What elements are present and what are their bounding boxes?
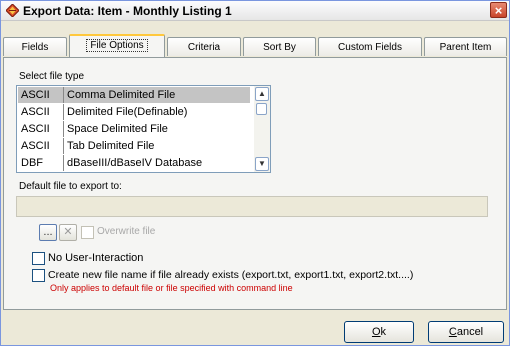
overwrite-checkbox[interactable] [81,226,94,239]
create-new-checkbox[interactable] [32,269,45,282]
window-title: Export Data: Item - Monthly Listing 1 [23,4,232,18]
default-file-note: Only applies to default file or file spe… [50,283,293,293]
clear-icon[interactable]: ✕ [59,224,77,241]
tab-fields[interactable]: Fields [3,37,67,56]
tab-sort-by[interactable]: Sort By [243,37,316,56]
list-scrollbar[interactable]: ▲ ▼ [254,86,270,172]
scroll-thumb[interactable] [256,103,267,115]
export-dialog: Export Data: Item - Monthly Listing 1 × … [0,0,510,346]
default-file-field[interactable] [16,196,488,217]
file-type-list[interactable]: ASCII Comma Delimited File ASCII Delimit… [16,85,271,173]
overwrite-label: Overwrite file [97,226,156,237]
title-bar: Export Data: Item - Monthly Listing 1 × [1,1,509,21]
scroll-down-icon[interactable]: ▼ [255,157,269,171]
tab-custom-fields[interactable]: Custom Fields [318,37,422,56]
tab-parent-item[interactable]: Parent Item [424,37,507,56]
close-button[interactable]: × [490,2,507,18]
list-item[interactable]: ASCII Delimited File(Definable) [18,104,250,120]
scroll-up-icon[interactable]: ▲ [255,87,269,101]
no-interaction-label: No User-Interaction [48,252,144,264]
list-item[interactable]: ASCII Space Delimited File [18,121,250,137]
list-item[interactable]: ASCII Comma Delimited File [18,87,250,103]
file-type-label: Select file type [19,71,85,82]
tab-criteria[interactable]: Criteria [167,37,241,56]
cancel-button[interactable]: Cancel [428,321,504,343]
ok-button[interactable]: Ok [344,321,414,343]
create-new-label: Create new file name if file already exi… [48,269,414,281]
list-item[interactable]: DBF dBaseIII/dBaseIV Database [18,155,250,171]
default-file-label: Default file to export to: [19,181,122,192]
export-diamond-icon [6,4,19,17]
no-interaction-checkbox[interactable] [32,252,45,265]
browse-button[interactable]: ... [39,224,57,241]
tab-file-options[interactable]: File Options [69,34,165,57]
list-item[interactable]: ASCII Tab Delimited File [18,138,250,154]
